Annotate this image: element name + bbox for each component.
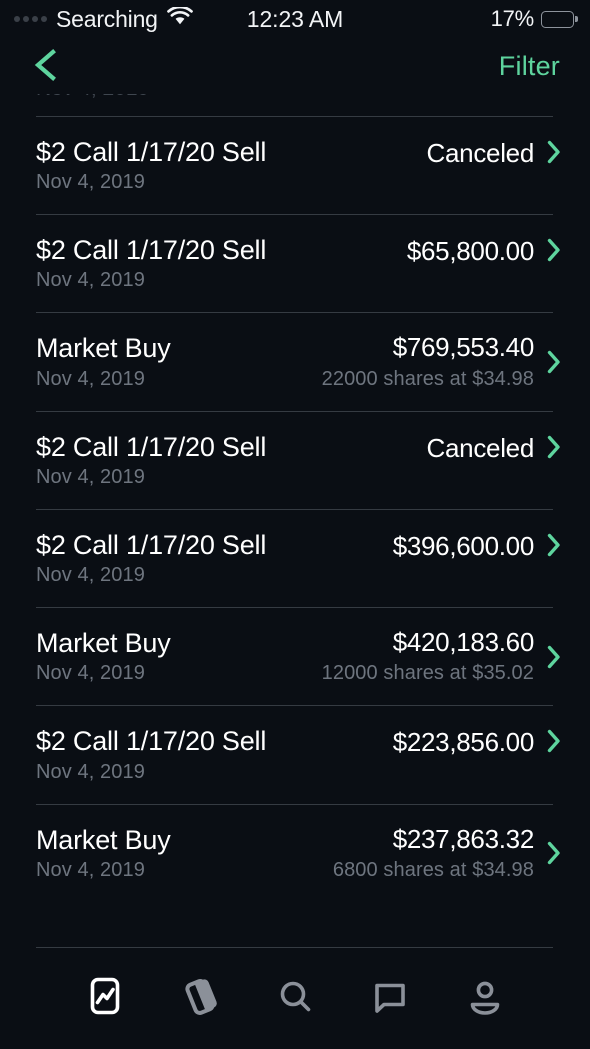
- row-value-group: Canceled: [426, 138, 535, 168]
- transaction-rows: $2 Call 1/17/20 Sell Nov 4, 2019 Canceled $…: [0, 116, 590, 902]
- chart-document-icon: [86, 975, 124, 1022]
- cellular-signal-icon: [14, 15, 47, 23]
- row-title: $2 Call 1/17/20 Sell: [36, 235, 267, 266]
- row-value-group: $237,863.32 6800 shares at $34.98: [332, 823, 535, 882]
- chevron-right-icon: [546, 434, 562, 460]
- row-title: Market Buy: [36, 628, 171, 659]
- row-date: Nov 4, 2019: [36, 171, 145, 194]
- row-title: $2 Call 1/17/20 Sell: [36, 529, 267, 560]
- row-title: Market Buy: [36, 333, 171, 364]
- row-title: $2 Call 1/17/20 Sell: [36, 726, 267, 757]
- row-amount: $237,863.32: [392, 823, 535, 854]
- row-primary-info: $2 Call 1/17/20 Sell Nov 4, 2019: [36, 432, 266, 489]
- wifi-icon: [166, 5, 193, 31]
- row-value-group: Canceled: [426, 432, 535, 463]
- row-date: Nov 4, 2019: [36, 367, 145, 390]
- row-secondary-info: Canceled: [415, 137, 562, 168]
- row-amount: Canceled: [426, 432, 535, 463]
- chevron-right-icon: [546, 349, 562, 375]
- filter-button[interactable]: Filter: [497, 47, 562, 86]
- clipped-row-date: Nov 4, 2019: [36, 94, 149, 101]
- tab-messages[interactable]: [362, 970, 418, 1026]
- row-primary-info: $2 Call 1/17/20 Sell Nov 4, 2019: [36, 235, 266, 292]
- table-row[interactable]: $2 Call 1/17/20 Sell Nov 4, 2019 $65,800.0…: [0, 214, 590, 312]
- row-secondary-info: $237,863.32 6800 shares at $34.98: [321, 823, 562, 882]
- row-value-group: $396,600.00: [392, 530, 535, 561]
- row-value-group: $420,183.60 12000 shares at $35.02: [321, 627, 535, 685]
- status-bar-left: Searching: [14, 6, 193, 33]
- row-primary-info: $2 Call 1/17/20 Sell Nov 4, 2019: [36, 137, 266, 194]
- tab-search[interactable]: [267, 970, 323, 1026]
- row-secondary-info: $420,183.60 12000 shares at $35.02: [310, 628, 562, 685]
- tab-portfolio[interactable]: [77, 970, 133, 1026]
- chevron-right-icon: [546, 139, 562, 165]
- battery-percent-label: 17%: [490, 6, 535, 31]
- card-icon: [178, 975, 222, 1022]
- row-amount: $65,800.00: [406, 236, 534, 267]
- row-date: Nov 4, 2019: [36, 760, 145, 783]
- row-date: Nov 4, 2019: [36, 662, 145, 685]
- back-button[interactable]: [30, 44, 74, 88]
- row-amount: $223,856.00: [392, 727, 535, 758]
- row-share-detail: 12000 shares at $35.02: [321, 662, 534, 685]
- table-row[interactable]: Market Buy Nov 4, 2019 $237,863.32 6800 sha…: [0, 803, 590, 902]
- row-share-detail: 6800 shares at $34.98: [332, 858, 534, 881]
- chevron-right-icon: [546, 532, 562, 558]
- row-secondary-info: $769,553.40 22000 shares at $34.98: [310, 333, 562, 390]
- transaction-list[interactable]: Nov 4, 2019 $2 Call 1/17/20 Sell Nov 4, 2…: [0, 94, 590, 947]
- row-primary-info: $2 Call 1/17/20 Sell Nov 4, 2019: [36, 726, 266, 783]
- row-amount: Canceled: [426, 138, 535, 168]
- row-value-group: $65,800.00: [407, 237, 534, 266]
- chevron-right-icon: [546, 237, 562, 263]
- table-row[interactable]: $2 Call 1/17/20 Sell Nov 4, 2019 Canceled: [0, 116, 590, 214]
- tab-card[interactable]: [172, 970, 228, 1026]
- status-bar: Searching 12:23 AM 17%: [0, 0, 590, 38]
- row-primary-info: Market Buy Nov 4, 2019: [36, 825, 171, 882]
- row-date: Nov 4, 2019: [36, 564, 145, 587]
- row-value-group: $223,856.00: [392, 727, 535, 758]
- tab-profile[interactable]: [457, 970, 513, 1026]
- tab-bar: [0, 947, 590, 1049]
- chevron-right-icon: [546, 840, 562, 866]
- row-secondary-info: Canceled: [415, 432, 562, 463]
- row-primary-info: Market Buy Nov 4, 2019: [36, 333, 171, 390]
- navigation-bar: Filter: [0, 38, 590, 94]
- row-secondary-info: $396,600.00: [381, 530, 562, 561]
- table-row[interactable]: Market Buy Nov 4, 2019 $420,183.60 12000 sh…: [0, 607, 590, 705]
- row-value-group: $769,553.40 22000 shares at $34.98: [321, 332, 535, 390]
- row-title: $2 Call 1/17/20 Sell: [36, 431, 267, 462]
- row-amount: $769,553.40: [392, 332, 535, 363]
- table-row[interactable]: $2 Call 1/17/20 Sell Nov 4, 2019 Canceled: [0, 410, 590, 509]
- row-amount: $396,600.00: [392, 530, 535, 561]
- row-date: Nov 4, 2019: [36, 858, 145, 881]
- table-row[interactable]: $2 Call 1/17/20 Sell Nov 4, 2019 $223,856.…: [0, 705, 590, 803]
- row-share-detail: 22000 shares at $34.98: [321, 367, 534, 390]
- chevron-right-icon: [546, 644, 562, 670]
- chat-bubble-icon: [368, 975, 412, 1022]
- table-row[interactable]: $2 Call 1/17/20 Sell Nov 4, 2019 $396,600.…: [0, 508, 590, 607]
- row-title: Market Buy: [36, 824, 171, 855]
- row-primary-info: $2 Call 1/17/20 Sell Nov 4, 2019: [36, 530, 266, 587]
- table-row[interactable]: Market Buy Nov 4, 2019 $769,553.40 22000 sh…: [0, 312, 590, 410]
- chevron-left-icon: [30, 48, 60, 85]
- row-title: $2 Call 1/17/20 Sell: [36, 137, 267, 167]
- battery-icon: [541, 10, 574, 28]
- row-amount: $420,183.60: [392, 627, 535, 658]
- row-date: Nov 4, 2019: [36, 465, 145, 488]
- status-bar-right: 17%: [491, 6, 574, 32]
- profile-icon: [463, 975, 507, 1022]
- search-icon: [273, 975, 317, 1022]
- row-secondary-info: $223,856.00: [381, 726, 562, 757]
- row-date: Nov 4, 2019: [36, 269, 145, 292]
- row-primary-info: Market Buy Nov 4, 2019: [36, 628, 171, 685]
- clipped-partial-row[interactable]: Nov 4, 2019: [0, 94, 590, 116]
- row-secondary-info: $65,800.00: [395, 235, 562, 266]
- chevron-right-icon: [546, 728, 562, 754]
- app-screen: Searching 12:23 AM 17% Filter $2 Call 1/…: [0, 0, 590, 1049]
- carrier-label: Searching: [56, 5, 158, 32]
